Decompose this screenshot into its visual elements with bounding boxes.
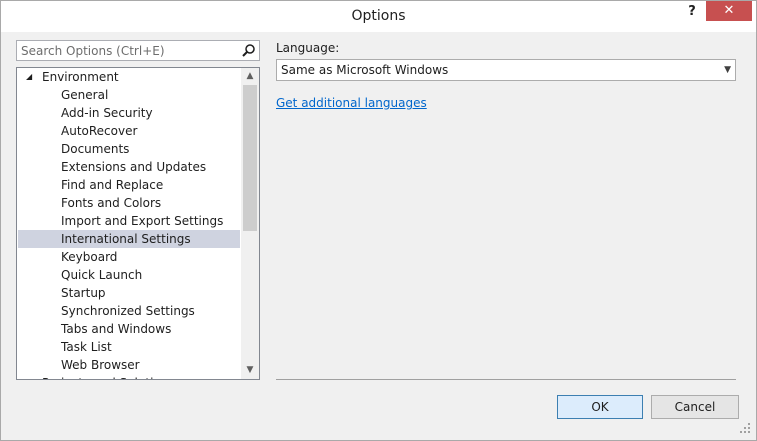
- search-input[interactable]: [17, 41, 235, 60]
- tree-item-label: Add-in Security: [61, 106, 153, 120]
- close-button[interactable]: ✕: [706, 1, 752, 21]
- language-select-value: Same as Microsoft Windows: [281, 63, 449, 77]
- tree-item[interactable]: Documents: [18, 140, 240, 158]
- tree-item[interactable]: Startup: [18, 284, 240, 302]
- options-tree: ◢ Environment General Add-in Security Auto…: [16, 67, 260, 380]
- tree-item[interactable]: Find and Replace: [18, 176, 240, 194]
- dropdown-arrow-icon[interactable]: ▼: [724, 60, 731, 80]
- tree-item[interactable]: Task List: [18, 338, 240, 356]
- tree-item[interactable]: Extensions and Updates: [18, 158, 240, 176]
- tree-item-label: Web Browser: [61, 358, 140, 372]
- tree-item[interactable]: Import and Export Settings: [18, 212, 240, 230]
- tree-item[interactable]: Web Browser: [18, 356, 240, 374]
- tree-item-label: General: [61, 88, 109, 102]
- ok-button[interactable]: OK: [557, 395, 643, 419]
- scroll-thumb[interactable]: [243, 85, 257, 231]
- tree-item-label: Find and Replace: [61, 178, 164, 192]
- tree-item-label: Synchronized Settings: [61, 304, 195, 318]
- tree-item-label: Startup: [61, 286, 106, 300]
- tree-item[interactable]: Synchronized Settings: [18, 302, 240, 320]
- get-additional-languages-link[interactable]: Get additional languages: [276, 96, 427, 110]
- tree-item-label: Keyboard: [61, 250, 118, 264]
- tree-item[interactable]: Tabs and Windows: [18, 320, 240, 338]
- help-button[interactable]: ?: [681, 2, 703, 22]
- tree-item[interactable]: Add-in Security: [18, 104, 240, 122]
- tree-item-label: Environment: [42, 70, 119, 84]
- expand-triangle-icon[interactable]: ◢: [26, 68, 32, 86]
- tree-item-label: Task List: [61, 340, 112, 354]
- tree-item-label: Projects and Solutions: [42, 374, 175, 379]
- tree-scrollbar[interactable]: ▲ ▼: [241, 68, 259, 379]
- tree-item-label: Quick Launch: [61, 268, 143, 282]
- dialog-title: Options: [351, 8, 406, 24]
- language-select[interactable]: Same as Microsoft Windows ▼: [276, 59, 736, 81]
- search-icon[interactable]: [241, 43, 256, 58]
- scroll-down-icon[interactable]: ▼: [241, 362, 259, 379]
- search-box: [16, 40, 260, 61]
- tree-item-label: Extensions and Updates: [61, 160, 207, 174]
- language-label: Language:: [276, 41, 340, 55]
- options-dialog: Options ? ✕ ◢ Environment General Add-in …: [0, 0, 757, 441]
- tree-item-label: Import and Export Settings: [61, 214, 224, 228]
- tree-item-projects-and-solutions[interactable]: Projects and Solutions: [18, 374, 240, 379]
- tree-items: ◢ Environment General Add-in Security Auto…: [18, 68, 240, 379]
- scroll-up-icon[interactable]: ▲: [241, 68, 259, 85]
- tree-item[interactable]: General: [18, 86, 240, 104]
- tree-item-label: Fonts and Colors: [61, 196, 162, 210]
- tree-item[interactable]: International Settings: [18, 230, 240, 248]
- tree-item[interactable]: Quick Launch: [18, 266, 240, 284]
- tree-item-label: Documents: [61, 142, 130, 156]
- tree-item[interactable]: AutoRecover: [18, 122, 240, 140]
- tree-item[interactable]: Fonts and Colors: [18, 194, 240, 212]
- tree-item[interactable]: Keyboard: [18, 248, 240, 266]
- tree-item-label: AutoRecover: [61, 124, 138, 138]
- resize-grip-icon[interactable]: [738, 421, 752, 435]
- cancel-button[interactable]: Cancel: [651, 395, 739, 419]
- tree-item-environment[interactable]: ◢ Environment: [18, 68, 240, 86]
- divider: [276, 379, 736, 380]
- tree-item-label: International Settings: [61, 232, 191, 246]
- tree-item-label: Tabs and Windows: [61, 322, 172, 336]
- title-bar: Options ? ✕: [1, 1, 756, 32]
